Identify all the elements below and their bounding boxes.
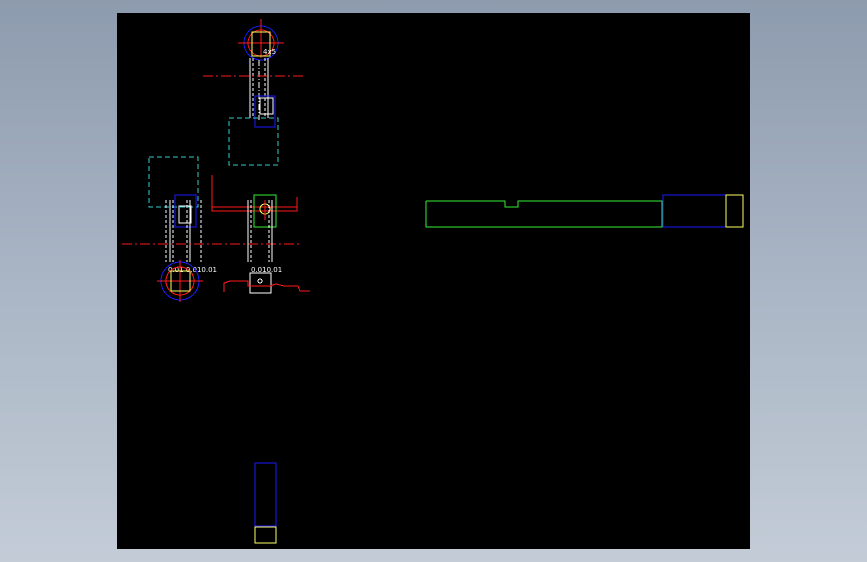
- long-bar-green-outline: [425, 200, 663, 228]
- bottom-bar-yellow-end: [254, 526, 277, 544]
- center-side-assembly: 0.010.01: [211, 175, 310, 294]
- center-base-red-profile: [223, 280, 310, 292]
- long-bar-blue-segment: [662, 194, 727, 228]
- left-piston-block: [174, 194, 197, 228]
- left-rod-assembly: 0.01 0.010.01: [122, 156, 300, 302]
- left-cylinder-hidden-outline: [148, 156, 199, 208]
- center-clevis-hole: [257, 278, 263, 284]
- cad-drawing-viewport[interactable]: 4x5 0.01 0.010.01 0.010.01: [117, 13, 750, 549]
- upper-rod-assembly: 4x5: [203, 19, 303, 166]
- left-piston-block-insert: [178, 205, 192, 224]
- bottom-bar-assembly: [254, 462, 277, 544]
- long-bar-assembly: [425, 194, 744, 228]
- upper-rod-eye-dimension-text: 4x5: [263, 48, 276, 56]
- upper-piston-block-insert: [259, 97, 274, 115]
- long-bar-yellow-end: [725, 194, 744, 228]
- upper-cylinder-hidden-outline: [228, 117, 279, 166]
- cad-drawing-canvas[interactable]: 4x5 0.01 0.010.01 0.010.01: [117, 13, 750, 549]
- bottom-bar-blue-segment: [254, 462, 277, 527]
